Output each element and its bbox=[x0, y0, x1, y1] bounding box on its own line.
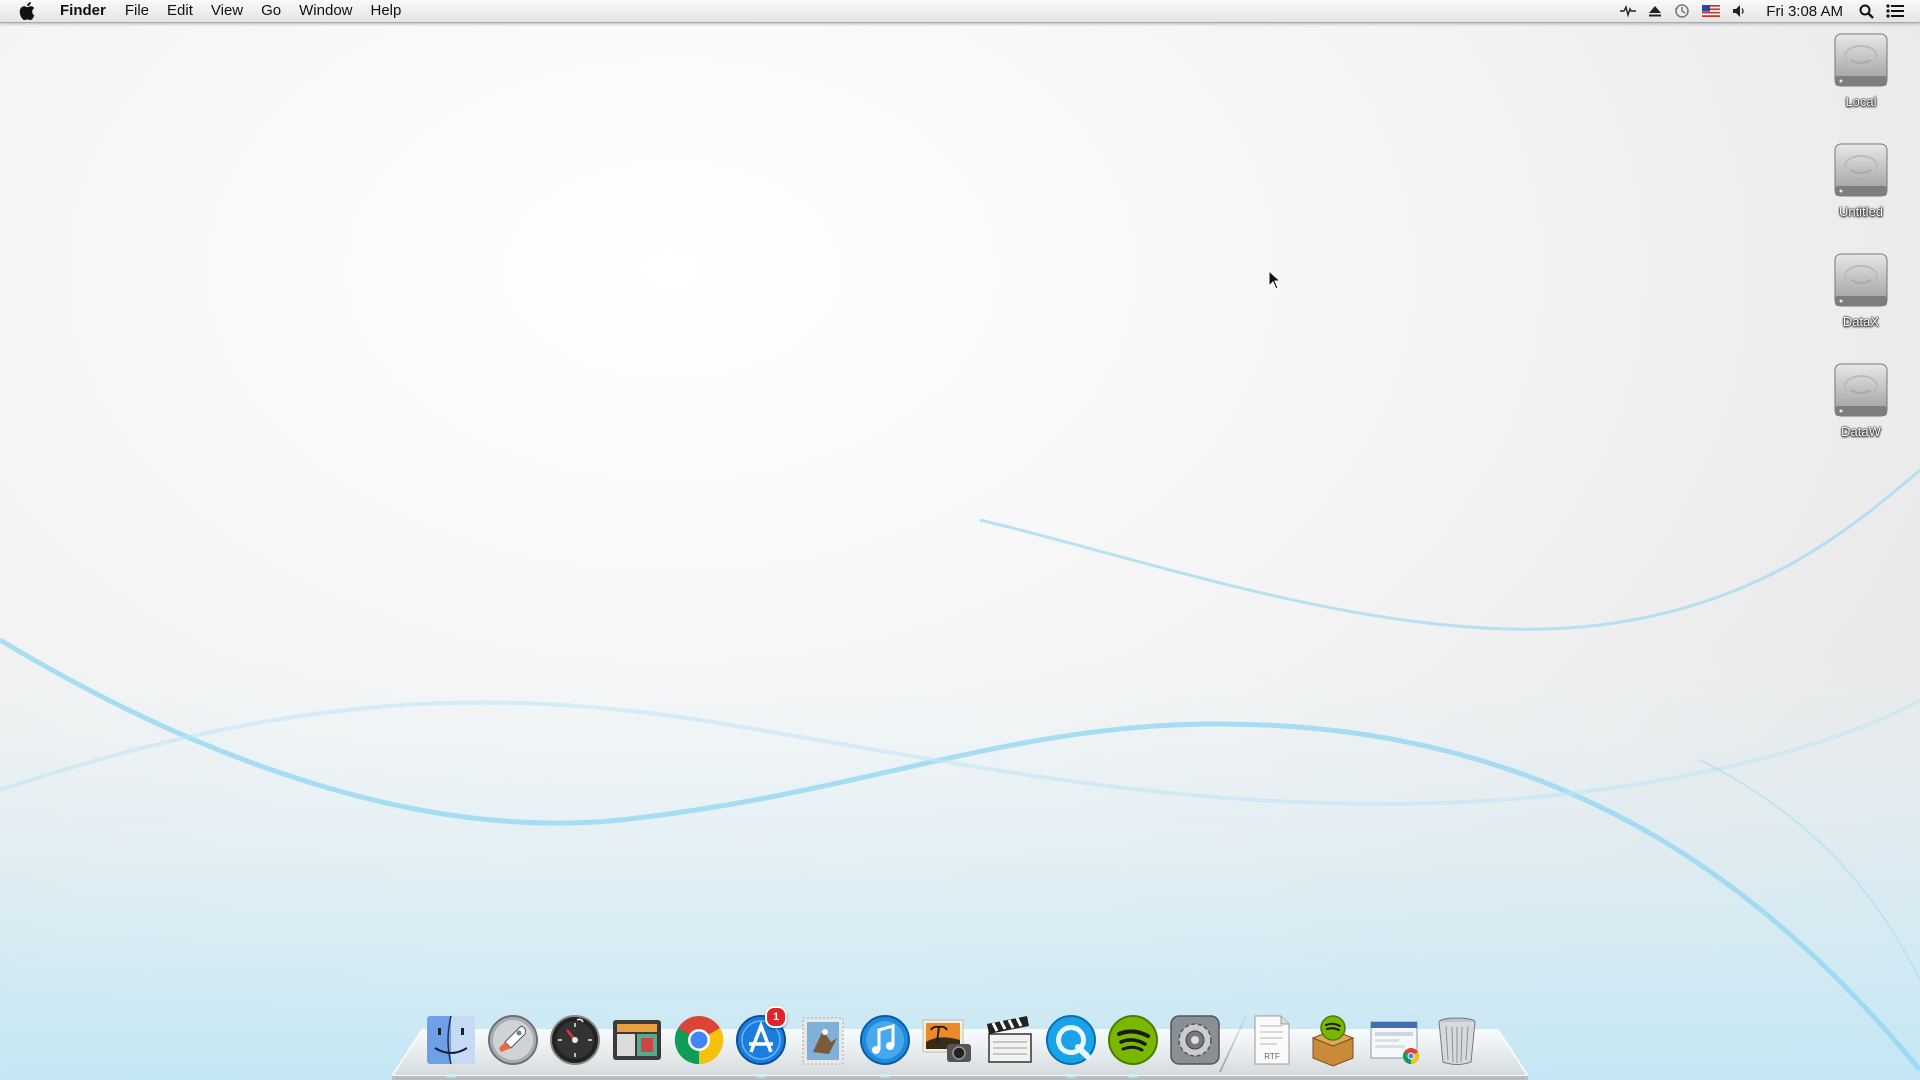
activity-icon[interactable] bbox=[1614, 0, 1642, 22]
dock-system-preferences[interactable] bbox=[1165, 1010, 1225, 1070]
photo-booth-icon bbox=[613, 1020, 661, 1060]
hard-drive-icon bbox=[1834, 33, 1888, 87]
drive-untitled[interactable]: Untitled bbox=[1816, 138, 1906, 219]
menu-bar: Finder File Edit View Go Window Help Fri… bbox=[0, 0, 1920, 23]
chrome-icon bbox=[674, 1016, 724, 1065]
us-flag-icon[interactable] bbox=[1696, 0, 1726, 22]
dock-downloads-box[interactable] bbox=[1303, 1010, 1363, 1070]
quicktime-icon bbox=[1046, 1015, 1096, 1065]
dock-mail[interactable] bbox=[793, 1010, 853, 1070]
rtf-label: RTF bbox=[1264, 1052, 1280, 1061]
menu-edit[interactable]: Edit bbox=[158, 0, 202, 22]
running-indicator bbox=[1127, 1074, 1139, 1078]
notification-badge: 1 bbox=[765, 1006, 787, 1028]
time-machine-icon[interactable] bbox=[1668, 0, 1696, 22]
dock-chrome[interactable] bbox=[669, 1010, 729, 1070]
hard-drive-icon bbox=[1834, 253, 1888, 307]
hard-drive-icon bbox=[1834, 363, 1888, 417]
notification-center-icon[interactable] bbox=[1880, 0, 1910, 22]
wallpaper-waves bbox=[0, 0, 1920, 1080]
menu-go[interactable]: Go bbox=[252, 0, 290, 22]
dock-app-store[interactable]: 1 bbox=[731, 1006, 791, 1078]
itunes-icon bbox=[860, 1015, 910, 1065]
dock-rtf-document[interactable]: RTF bbox=[1241, 1010, 1301, 1070]
drive-label: DataX bbox=[1842, 314, 1880, 329]
running-indicator bbox=[1065, 1074, 1077, 1078]
launchpad-rocket-icon bbox=[488, 1015, 538, 1065]
dock-itunes[interactable] bbox=[855, 1010, 915, 1078]
chrome-window-icon bbox=[1370, 1021, 1420, 1065]
dock-iphoto[interactable] bbox=[917, 1010, 977, 1070]
mouse-cursor-icon bbox=[1268, 270, 1282, 290]
drive-label: Untitled bbox=[1838, 204, 1884, 219]
running-indicator bbox=[755, 1074, 767, 1078]
dock-imovie[interactable] bbox=[979, 1010, 1039, 1070]
dock-trash[interactable] bbox=[1427, 1010, 1487, 1070]
volume-icon[interactable] bbox=[1726, 0, 1754, 22]
dock-quicktime[interactable] bbox=[1041, 1010, 1101, 1078]
spotify-icon bbox=[1108, 1015, 1158, 1065]
dock-chrome-window[interactable] bbox=[1365, 1010, 1425, 1070]
drive-label: Local bbox=[1845, 94, 1877, 109]
menu-help[interactable]: Help bbox=[362, 0, 411, 22]
dashboard-icon bbox=[550, 1015, 600, 1065]
dock-dashboard[interactable] bbox=[545, 1010, 605, 1070]
menu-window[interactable]: Window bbox=[290, 0, 361, 22]
iphoto-icon bbox=[922, 1019, 971, 1062]
drive-label: DataW bbox=[1841, 424, 1881, 439]
drive-local[interactable]: Local bbox=[1816, 28, 1906, 109]
dock-launchpad[interactable] bbox=[483, 1010, 543, 1070]
running-indicator bbox=[445, 1074, 457, 1078]
menu-app-name[interactable]: Finder bbox=[52, 0, 116, 22]
dock-spotify[interactable] bbox=[1103, 1010, 1163, 1078]
menu-file[interactable]: File bbox=[116, 0, 158, 22]
system-preferences-gear-icon bbox=[1170, 1015, 1220, 1065]
menu-clock[interactable]: Fri 3:08 AM bbox=[1754, 3, 1853, 20]
spotlight-search-icon[interactable] bbox=[1853, 0, 1880, 22]
apple-menu-icon[interactable] bbox=[16, 0, 38, 22]
dock: 1 RTF bbox=[420, 1004, 1500, 1078]
hard-drive-icon bbox=[1834, 143, 1888, 197]
drive-dataw[interactable]: DataW bbox=[1816, 358, 1906, 439]
trash-icon bbox=[1438, 1017, 1476, 1065]
running-indicator bbox=[879, 1074, 891, 1078]
spotify-installer-box-icon bbox=[1311, 1015, 1355, 1067]
rtf-document-icon: RTF bbox=[1254, 1015, 1290, 1065]
clapperboard-icon bbox=[987, 1016, 1032, 1063]
dock-image-capture[interactable] bbox=[607, 1010, 667, 1070]
dock-separator bbox=[1226, 1010, 1240, 1070]
drive-datax[interactable]: DataX bbox=[1816, 248, 1906, 329]
mail-stamp-icon bbox=[802, 1017, 844, 1065]
dock-finder[interactable] bbox=[421, 1010, 481, 1078]
finder-icon bbox=[427, 1015, 475, 1065]
desktop[interactable]: Finder File Edit View Go Window Help Fri… bbox=[0, 0, 1920, 1080]
menu-view[interactable]: View bbox=[202, 0, 252, 22]
eject-icon[interactable] bbox=[1642, 0, 1668, 22]
